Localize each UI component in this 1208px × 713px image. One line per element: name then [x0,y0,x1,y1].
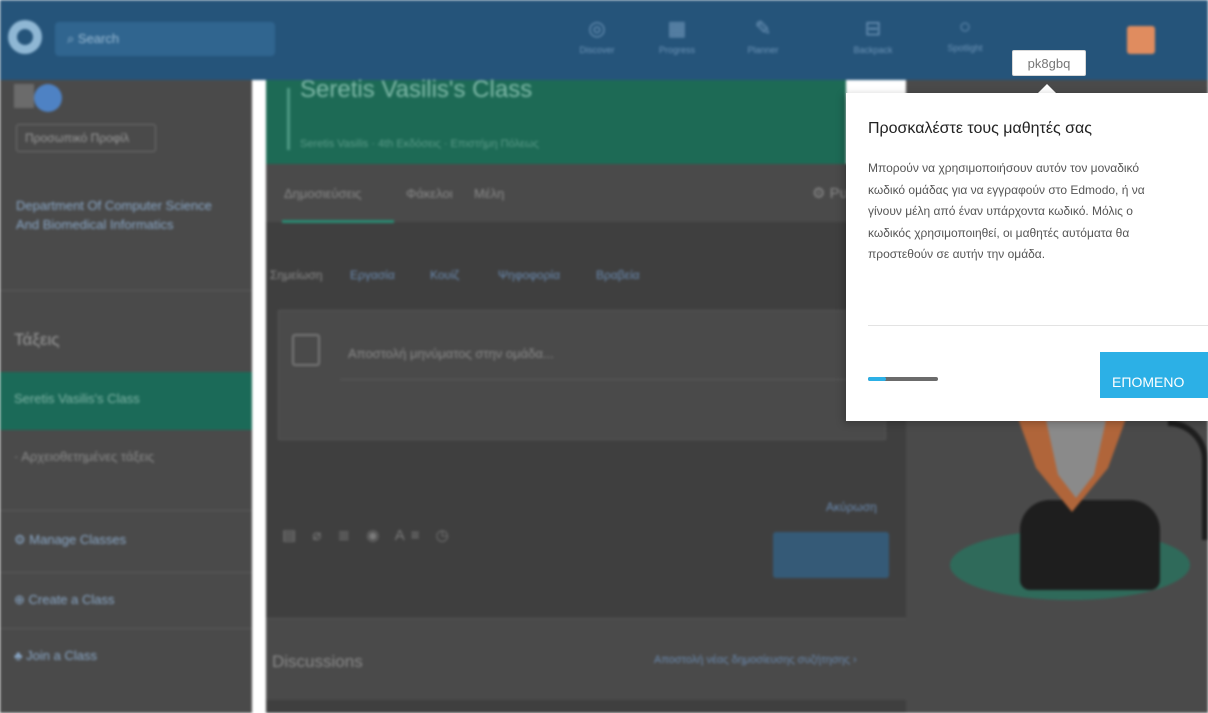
sidebar-item-label: Join a Class [26,648,97,663]
search-input[interactable]: ⌕ Search [55,22,275,56]
sidebar-item-active-class[interactable]: Seretis Vasilis's Class [0,372,252,430]
filter-note[interactable]: Σημείωση [270,268,322,282]
banner-accent [287,88,290,150]
popover-body-line: Μπορούν να χρησιμοποιήσουν αυτόν τον μον… [868,161,1140,175]
sidebar-divider [0,290,252,291]
nav-caption-backpack: Backpack [853,45,893,55]
classes-heading: Τάξεις [14,330,60,349]
filter-assignment[interactable]: Εργασία [350,268,395,282]
avatar [14,84,34,108]
filter-poll[interactable]: Ψηφοφορία [498,268,560,282]
composer-toolbar-icons[interactable]: ▤ ⌀ ≣ ◉ A≡ ◷ [282,526,455,544]
gear-icon: ⚙ [14,532,30,547]
new-discussion-link[interactable]: Αποστολή νέας δημοσίευσης συζήτησης › [654,654,857,666]
nav-caption-spotlight: Spotlight [947,43,983,53]
popover-body-line: γίνουν μέλη από έναν υπάρχοντα κωδικό. Μ… [868,204,1133,218]
send-button[interactable] [773,532,889,578]
onboarding-progress-fill [868,377,886,381]
sidebar-divider [0,628,252,629]
class-title: Seretis Vasilis's Class [300,76,533,103]
nav-caption-progress: Progress [658,45,695,55]
post-input[interactable]: Αποστολή μηνύματος στην ομάδα... [340,330,860,380]
spotlight-icon[interactable]: ○ Spotlight [940,16,990,68]
user-avatar[interactable] [1127,26,1155,54]
group-code-tooltip: pk8gbq [1012,50,1086,76]
plus-circle-icon: ⊕ [14,592,29,607]
cancel-link[interactable]: Ακύρωση [826,500,877,514]
popover-title: Προσκαλέστε τους μαθητές σας [868,120,1092,137]
edmodo-logo[interactable] [8,20,42,54]
sidebar-divider [0,572,252,573]
lion-tail-illustration [1168,420,1208,540]
discover-icon[interactable]: ◎ Discover [572,16,622,68]
profile-button[interactable]: Προσωπικό Προφίλ [16,124,156,152]
search-icon: ⌕ [67,31,78,46]
onboarding-progress [868,377,938,381]
filter-quiz[interactable]: Κουίζ [430,268,459,282]
progress-icon[interactable]: ▦ Progress [652,16,702,68]
lion-body-illustration [1020,500,1160,590]
next-button[interactable]: ΕΠΟΜΕΝΟ [1100,352,1208,398]
sidebar-item-archived[interactable]: · Αρχειοθετημένες τάξεις [14,448,214,466]
tooltip-arrow [1038,84,1056,93]
tab-posts[interactable]: Δημοσιεύσεις [284,186,361,201]
planner-icon[interactable]: ✎ Planner [738,16,788,68]
discussions-title: Discussions [272,652,363,671]
filter-badges[interactable]: Βραβεία [596,268,640,282]
nav-caption-discover: Discover [579,45,615,55]
popover-divider [868,325,1208,326]
join-icon: ♣ [14,648,27,663]
sidebar-item-label: Create a Class [28,592,115,607]
department-link[interactable]: Department Of Computer Science And Biome… [16,196,216,234]
popover-body-line: προστεθούν σε αυτήν την ομάδα. [868,247,1046,261]
popover-body-line: κωδικός χρησιμοποιηθεί, οι μαθητές αυτόμ… [868,225,1130,240]
popover-body: Μπορούν να χρησιμοποιήσουν αυτόν τον μον… [868,158,1208,266]
sidebar-item-join-class[interactable]: ♣ Join a Class [14,648,97,663]
sidebar-item-manage-classes[interactable]: ⚙ Manage Classes [14,532,126,548]
nav-caption-planner: Planner [747,45,779,55]
tab-folders[interactable]: Φάκελοι [406,186,453,201]
backpack-icon[interactable]: ⊟ Backpack [848,16,898,68]
popover-body-line: κωδικό ομάδας για να εγγραφούν στο Edmod… [868,182,1145,197]
tab-members[interactable]: Μέλη [474,186,504,201]
edmodo-screen: ⌕ Search ◎ Discover ▦ Progress ✎ Planner ⊟ B… [0,0,1208,713]
class-tabs [266,164,906,222]
sidebar-item-create-class[interactable]: ⊕ Create a Class [14,592,115,608]
class-subtitle: Seretis Vasilis · 4th Εκδόσεις · Επιστήμ… [300,138,539,150]
sidebar-divider [0,510,252,511]
sidebar-item-label: Manage Classes [29,532,127,547]
active-tab-indicator [282,220,394,223]
school-badge-icon [34,84,62,112]
search-placeholder: Search [77,31,120,46]
sidebar-item-label: Αρχειοθετημένες τάξεις [21,449,155,464]
gear-icon: ⚙ [812,185,830,202]
note-icon [292,334,320,366]
